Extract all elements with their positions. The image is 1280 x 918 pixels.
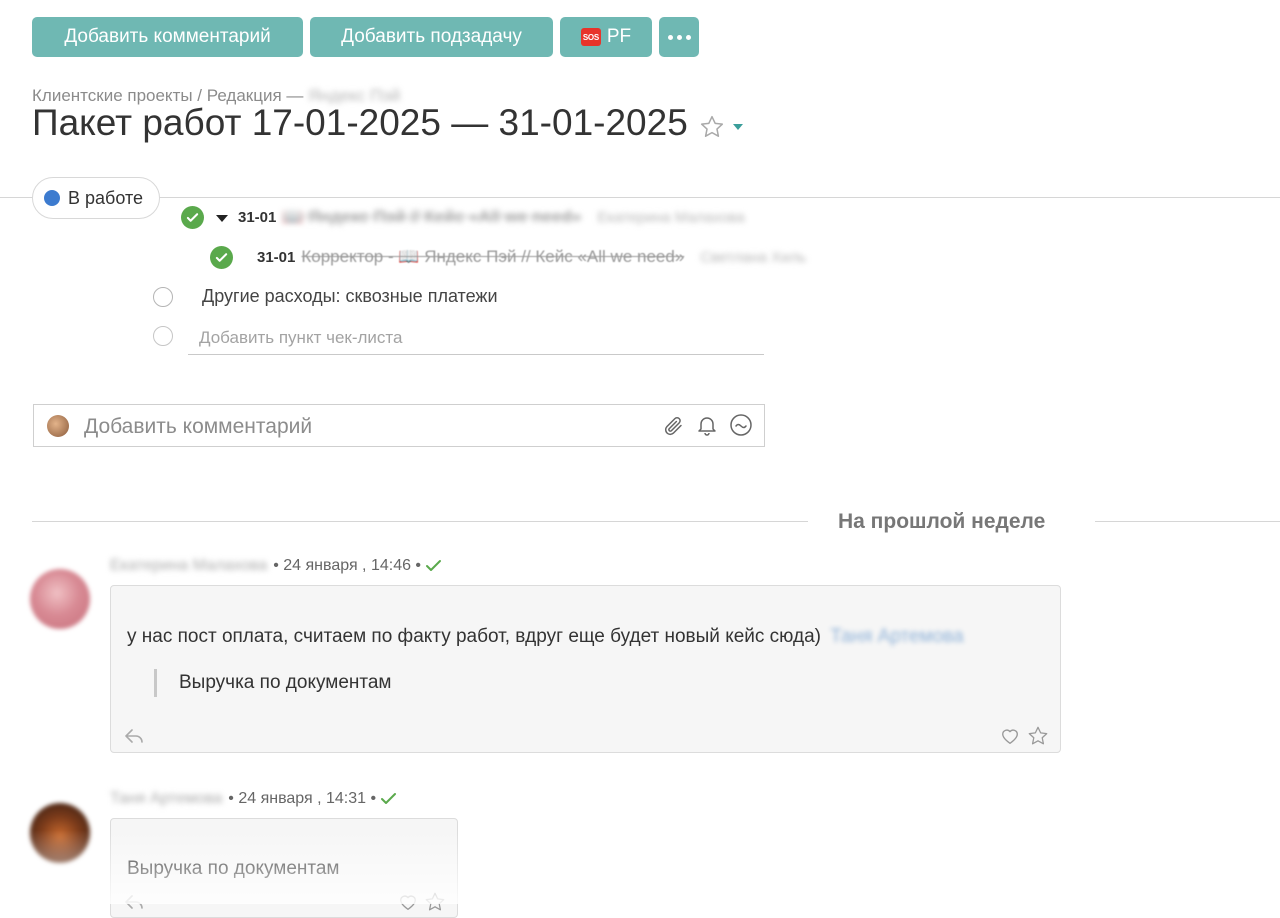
more-dots-icon — [667, 34, 691, 40]
pf-label: PF — [606, 26, 632, 47]
comment-time[interactable]: • 24 января , 14:46 • — [273, 557, 421, 575]
comment-text-line: у нас пост оплата, считаем по факту рабо… — [127, 626, 964, 648]
read-check-icon — [426, 560, 442, 571]
author-avatar[interactable] — [30, 803, 90, 863]
sos-icon: SOS — [580, 28, 601, 46]
attach-paperclip-icon[interactable] — [661, 414, 685, 438]
check-done-icon — [210, 246, 233, 269]
read-check-icon — [381, 793, 397, 804]
comment-quote: Выручка по документам — [154, 669, 392, 697]
reply-icon[interactable] — [123, 726, 145, 746]
status-dot-icon — [44, 190, 60, 206]
comment-text: у нас пост оплата, считаем по факту рабо… — [127, 626, 821, 647]
add-comment-label: Добавить комментарий — [64, 26, 271, 47]
checklist-item-assignee[interactable]: Светлана Хиль — [700, 249, 806, 266]
add-checklist-input[interactable]: Добавить пункт чек-листа — [188, 318, 764, 355]
comment-meta: Екатерина Малахова • 24 января , 14:46 • — [110, 557, 443, 575]
comment-bubble: Выручка по документам — [110, 818, 458, 918]
like-heart-icon[interactable] — [397, 892, 419, 912]
comment-author[interactable]: Таня Артемова — [110, 790, 222, 808]
reply-icon[interactable] — [123, 892, 145, 912]
expand-triangle-icon[interactable] — [216, 215, 228, 222]
page-title: Пакет работ 17-01-2025 — 31-01-2025 — [32, 102, 688, 143]
pf-button[interactable]: SOS PF — [560, 17, 652, 57]
checklist-item-title[interactable]: Корректор - 📖 Яндекс Пэй // Кейс «All we… — [301, 247, 684, 267]
comment-meta: Таня Артемова • 24 января , 14:31 • — [110, 790, 398, 808]
add-subtask-button[interactable]: Добавить подзадачу — [310, 17, 553, 57]
add-checklist-toggle — [153, 326, 173, 346]
notify-bell-icon[interactable] — [695, 413, 719, 437]
checklist-item[interactable]: 31-01 📖 Яндекс Пэй // Кейс «All we need»… — [238, 207, 745, 227]
title-dropdown-caret-icon[interactable] — [733, 124, 743, 130]
emoji-icon[interactable] — [729, 413, 753, 437]
checklist-item-assignee[interactable]: Екатерина Малахова — [597, 209, 744, 226]
checklist-item-toggle[interactable] — [153, 287, 173, 307]
section-divider-left — [32, 521, 808, 522]
checklist-item[interactable]: 31-01 Корректор - 📖 Яндекс Пэй // Кейс «… — [257, 247, 806, 267]
comment-mention[interactable]: Таня Артемова — [830, 626, 963, 647]
bookmark-star-icon[interactable] — [1027, 725, 1049, 747]
checklist-item-date: 31-01 — [257, 249, 296, 266]
header-divider — [0, 197, 1280, 198]
add-subtask-label: Добавить подзадачу — [341, 26, 522, 47]
check-done-icon — [181, 206, 204, 229]
status-label: В работе — [68, 187, 144, 208]
author-avatar[interactable] — [30, 569, 90, 629]
more-button[interactable] — [659, 17, 699, 57]
comment-time[interactable]: • 24 января , 14:31 • — [228, 790, 376, 808]
checklist-item-title[interactable]: 📖 Яндекс Пэй // Кейс «All we need» — [282, 207, 581, 227]
checklist-item-date: 31-01 — [238, 209, 277, 226]
comment-text: Выручка по документам — [127, 858, 340, 879]
current-user-avatar — [47, 415, 69, 437]
comment-input[interactable]: Добавить комментарий — [33, 404, 765, 447]
feed-section-label: На прошлой неделе — [838, 510, 1046, 533]
favorite-star-icon[interactable] — [699, 114, 725, 140]
add-checklist-placeholder: Добавить пункт чек-листа — [199, 328, 403, 347]
section-divider-right — [1095, 521, 1280, 522]
checklist-item-done-toggle[interactable] — [210, 246, 233, 269]
like-heart-icon[interactable] — [999, 726, 1021, 746]
comment-bubble: у нас пост оплата, считаем по факту рабо… — [110, 585, 1061, 753]
comment-author[interactable]: Екатерина Малахова — [110, 557, 267, 575]
add-comment-button[interactable]: Добавить комментарий — [32, 17, 303, 57]
checklist-item-title[interactable]: Другие расходы: сквозные платежи — [202, 286, 498, 307]
status-selector[interactable]: В работе — [32, 177, 160, 219]
bookmark-star-icon[interactable] — [424, 891, 446, 913]
comment-input-placeholder: Добавить комментарий — [84, 415, 313, 438]
checklist-item-done-toggle[interactable] — [181, 206, 204, 229]
